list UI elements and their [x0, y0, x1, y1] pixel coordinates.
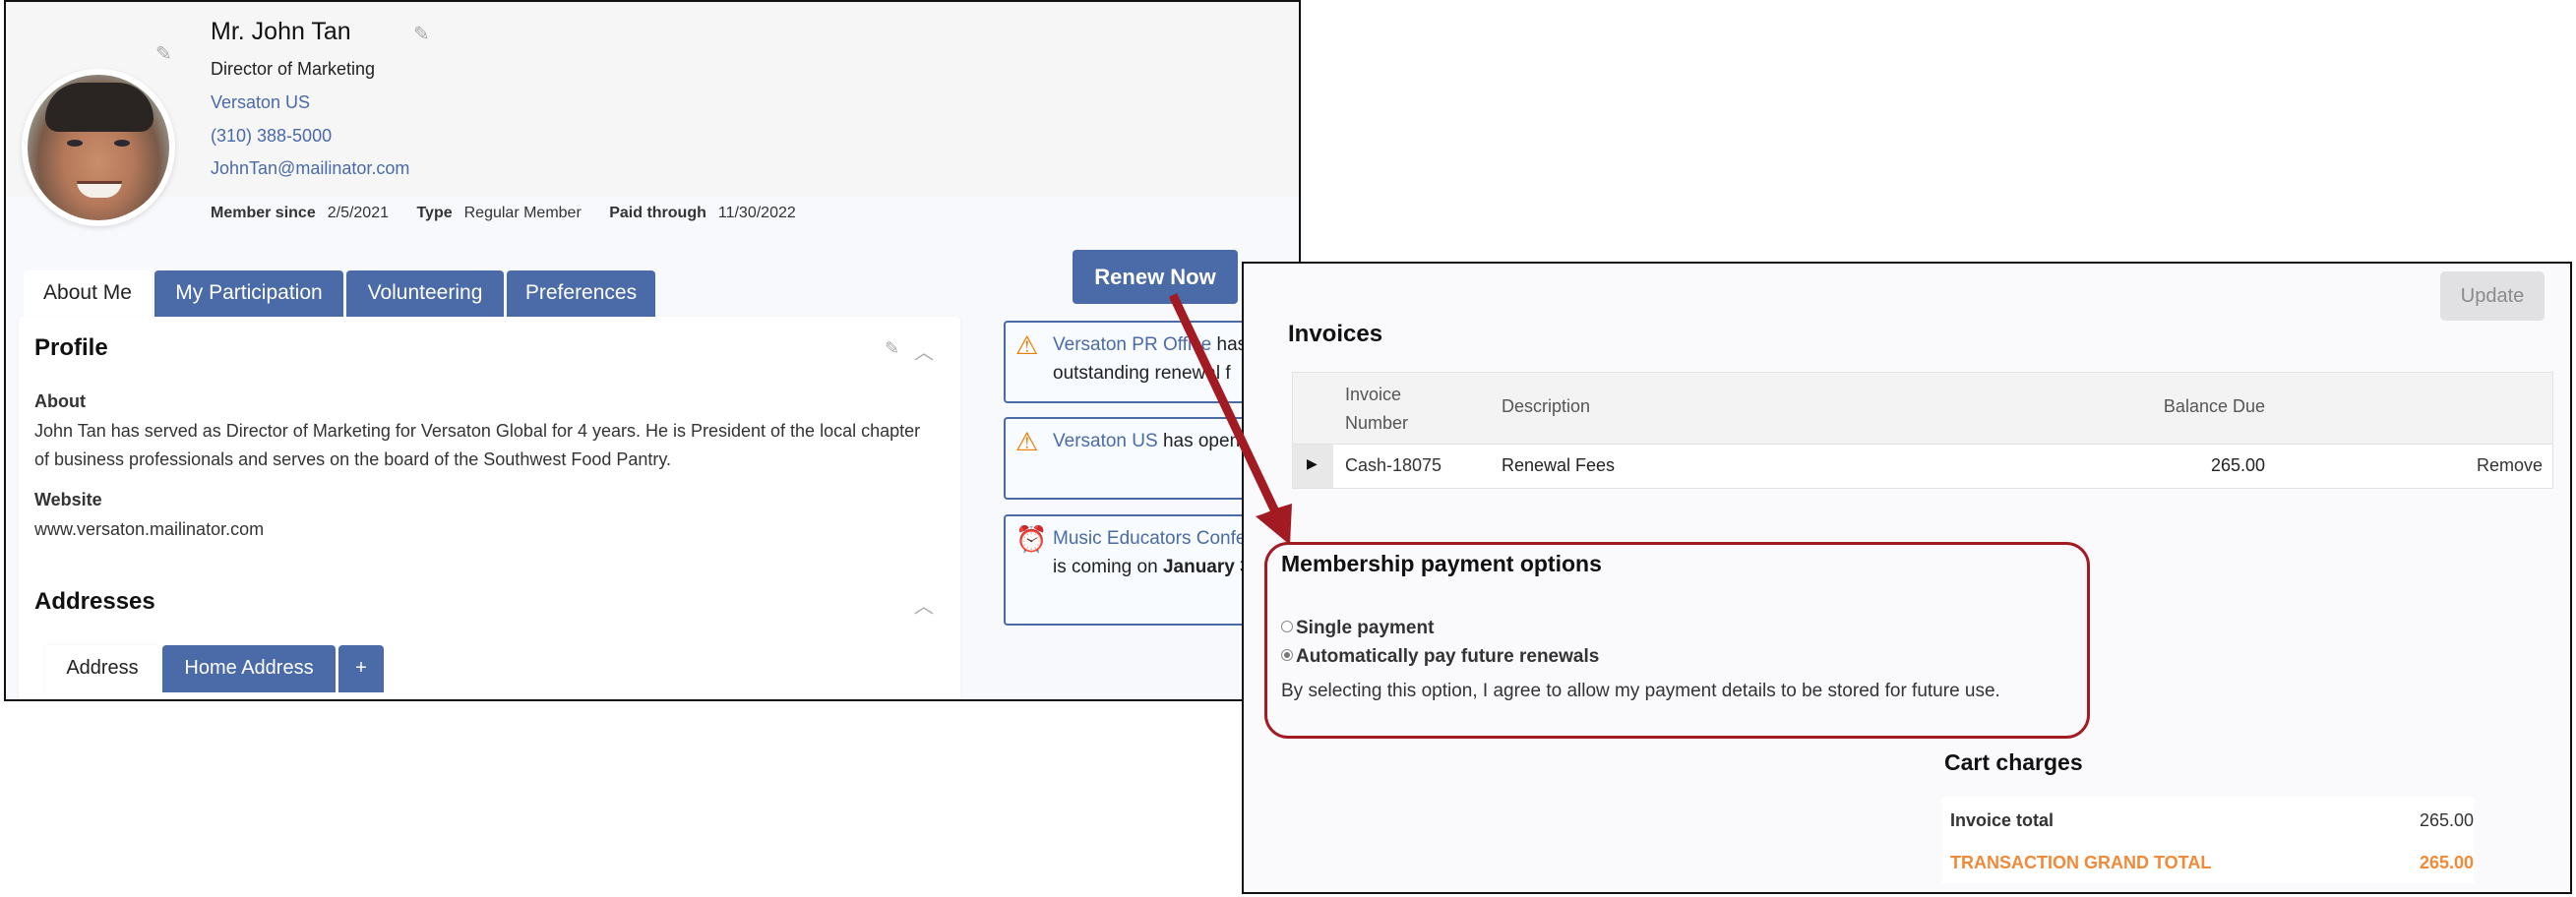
update-button[interactable]: Update	[2440, 271, 2545, 321]
tab-about-me[interactable]: About Me	[24, 270, 152, 318]
consent-text: By selecting this option, I agree to all…	[1281, 681, 2000, 701]
single-payment-label: Single payment	[1296, 618, 1435, 638]
invoices-heading: Invoices	[1288, 321, 1383, 347]
membership-payment-options-highlight: Membership payment options Single paymen…	[1264, 542, 2090, 739]
edit-photo-pencil-icon[interactable]: ✎	[155, 41, 172, 66]
column-header-invoice-number: Invoice Number	[1345, 385, 1409, 433]
notification-text: is coming on	[1053, 557, 1163, 577]
auto-renew-radio[interactable]	[1281, 648, 1293, 661]
warning-icon: ⚠	[1015, 330, 1039, 360]
warning-icon: ⚠	[1015, 427, 1039, 456]
type-value: Regular Member	[463, 205, 582, 221]
addresses-heading: Addresses	[34, 588, 155, 615]
option-auto-renew[interactable]: Automatically pay future renewals	[1281, 646, 1599, 668]
phone-link[interactable]: (310) 388-5000	[211, 126, 332, 147]
about-text: John Tan has served as Director of Marke…	[34, 421, 921, 469]
profile-card: Profile ✎ ︿ About John Tan has served as…	[19, 317, 960, 699]
tab-preferences[interactable]: Preferences	[507, 270, 655, 318]
membership-meta: Member since 2/5/2021 Type Regular Member …	[211, 205, 820, 222]
edit-name-pencil-icon[interactable]: ✎	[413, 22, 430, 46]
option-single-payment[interactable]: Single payment	[1281, 618, 1434, 639]
avatar-photo	[28, 75, 169, 220]
expand-row-toggle[interactable]: ▶	[1293, 445, 1333, 488]
job-title: Director of Marketing	[211, 59, 376, 79]
organization-link[interactable]: Versaton US	[211, 92, 310, 113]
invoices-table: Invoice Number Description Balance Due ▶…	[1292, 372, 2553, 489]
grand-total-value: 265.00	[2419, 853, 2474, 872]
profile-header-background	[6, 2, 1299, 197]
table-row: ▶ Cash-18075 Renewal Fees 265.00 Remove	[1293, 445, 2552, 488]
member-profile-window: ✎ Mr. John Tan ✎ Director of Marketing V…	[4, 0, 1301, 701]
remove-invoice-link[interactable]: Remove	[2477, 455, 2543, 476]
notification-link[interactable]: Versaton PR Office	[1053, 334, 1211, 355]
about-label: About	[34, 391, 86, 411]
member-since-label: Member since	[211, 205, 316, 221]
notification-link[interactable]: Versaton US	[1053, 431, 1158, 451]
invoice-description: Renewal Fees	[1502, 455, 1616, 475]
expand-caret-icon: ▶	[1307, 455, 1318, 471]
email-link[interactable]: JohnTan@mailinator.com	[211, 158, 409, 179]
website-link[interactable]: www.versaton.mailinator.com	[34, 515, 264, 544]
single-payment-radio[interactable]	[1281, 620, 1293, 632]
column-header-balance-due: Balance Due	[2163, 396, 2265, 416]
cart-charges-table: Invoice total 265.00 TRANSACTION GRAND T…	[1942, 797, 2474, 883]
profile-heading: Profile	[34, 334, 108, 361]
payment-options-heading: Membership payment options	[1281, 551, 1602, 576]
invoice-balance-due: 265.00	[2210, 455, 2265, 475]
checkout-window: Update Invoices Invoice Number Descripti…	[1242, 262, 2572, 894]
paid-through-label: Paid through	[609, 205, 706, 221]
tab-volunteering[interactable]: Volunteering	[346, 270, 504, 318]
invoice-total-label: Invoice total	[1950, 810, 2055, 830]
tab-my-participation[interactable]: My Participation	[154, 270, 343, 318]
website-label: Website	[34, 490, 102, 509]
table-header: Invoice Number Description Balance Due	[1293, 373, 2552, 445]
invoice-total-value: 265.00	[2419, 810, 2474, 830]
collapse-profile-chevron-icon[interactable]: ︿	[914, 336, 934, 365]
avatar[interactable]	[22, 69, 175, 226]
paid-through-value: 11/30/2022	[717, 205, 796, 221]
type-label: Type	[416, 205, 453, 221]
collapse-addresses-chevron-icon[interactable]: ︿	[914, 590, 934, 619]
renew-now-button[interactable]: Renew Now	[1073, 250, 1238, 304]
add-address-button[interactable]: +	[338, 645, 384, 692]
member-since-value: 2/5/2021	[327, 205, 389, 221]
invoice-number-link[interactable]: Cash-18075	[1345, 455, 1441, 476]
address-tab-home-address[interactable]: Home Address	[162, 645, 336, 692]
member-name: Mr. John Tan	[211, 18, 351, 45]
edit-profile-pencil-icon[interactable]: ✎	[885, 338, 899, 359]
cart-charges-heading: Cart charges	[1944, 749, 2083, 775]
grand-total-label: TRANSACTION GRAND TOTAL	[1950, 853, 2212, 872]
column-header-description: Description	[1502, 396, 1591, 416]
auto-renew-label: Automatically pay future renewals	[1296, 646, 1600, 667]
alarm-clock-icon: ⏰	[1015, 524, 1048, 554]
address-tab-address[interactable]: Address	[45, 645, 159, 692]
